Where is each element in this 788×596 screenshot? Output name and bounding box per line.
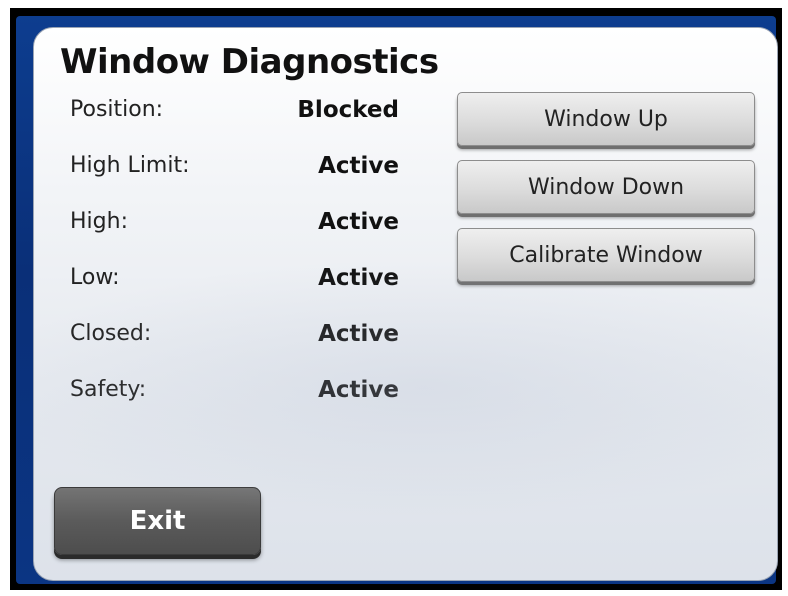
status-label-position: Position: (70, 97, 164, 122)
calibrate-window-button[interactable]: Calibrate Window (457, 228, 755, 282)
status-label-closed: Closed: (70, 321, 152, 346)
page-title: Window Diagnostics (60, 42, 439, 82)
status-value-high-limit: Active (318, 153, 399, 179)
diagnostics-panel: Window Diagnostics Position: Blocked Hig… (33, 27, 778, 581)
status-value-safety: Active (318, 377, 399, 403)
status-value-high: Active (318, 209, 399, 235)
status-value-closed: Active (318, 321, 399, 347)
exit-button[interactable]: Exit (54, 487, 261, 555)
status-label-safety: Safety: (70, 377, 147, 402)
window-up-button[interactable]: Window Up (457, 92, 755, 146)
status-label-high-limit: High Limit: (70, 153, 190, 178)
status-value-position: Blocked (297, 97, 399, 123)
window-down-button[interactable]: Window Down (457, 160, 755, 214)
status-label-high: High: (70, 209, 128, 234)
status-value-low: Active (318, 265, 399, 291)
status-label-low: Low: (70, 265, 120, 290)
